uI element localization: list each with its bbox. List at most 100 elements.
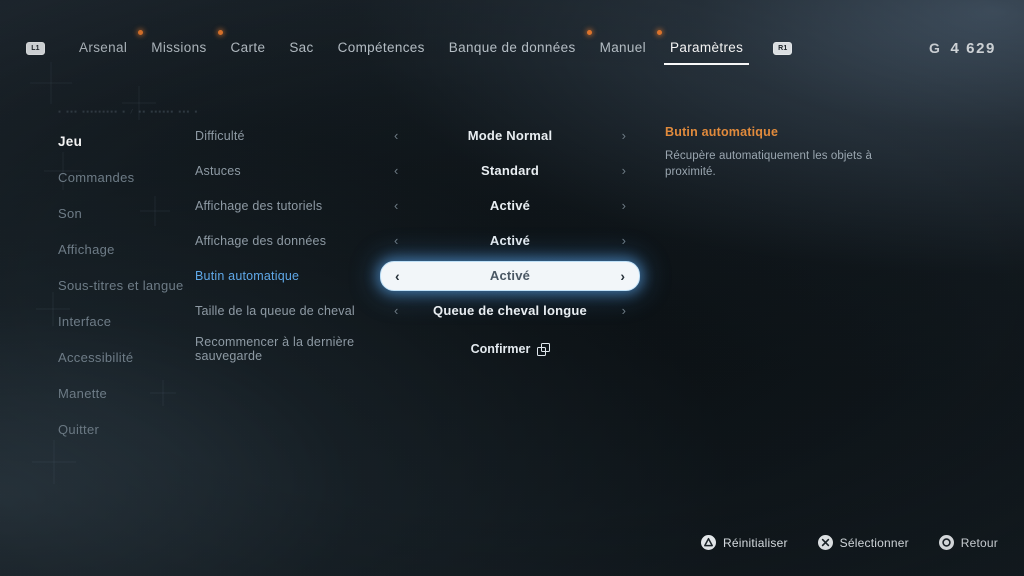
setting-value: Activé xyxy=(489,198,531,213)
circle-button-icon xyxy=(938,535,954,550)
nav-item-label: Banque de données xyxy=(448,40,576,55)
nav-item-manuel[interactable]: Manuel xyxy=(588,30,662,63)
nav-item-label: Arsenal xyxy=(79,40,128,55)
background-crosshair-icon xyxy=(30,62,72,104)
nav-item-parametres[interactable]: Paramètres xyxy=(658,33,755,65)
setting-stepper[interactable]: ‹ Activé › xyxy=(380,227,640,255)
prompt-label: Retour xyxy=(960,535,998,550)
description-body: Récupère automatiquement les objets à pr… xyxy=(665,150,872,178)
setting-value: Activé xyxy=(489,233,531,248)
setting-row-affichage-des-tutoriels[interactable]: Affichage des tutoriels ‹ Activé › xyxy=(195,188,640,223)
setting-label: Difficulté xyxy=(195,128,245,143)
settings-option-list: Difficulté ‹ Mode Normal › Astuces ‹ Sta… xyxy=(195,118,640,370)
setting-row-butin-automatique[interactable]: Butin automatique ‹ Activé › xyxy=(195,258,640,293)
chevron-left-icon[interactable]: ‹ xyxy=(394,199,398,212)
chevron-right-icon[interactable]: › xyxy=(622,199,626,212)
settings-category-sidebar: ▪ ▪▪▪ ▪▪▪▪▪▪▪▪▪ ▪ / ▪▪ ▪▪▪▪▪▪ ▪▪▪ ▪ Jeu … xyxy=(0,109,199,447)
prompt-label: Sélectionner xyxy=(839,535,909,550)
prompt-reinitialiser[interactable]: Réinitialiser xyxy=(701,535,788,550)
sidebar-item-accessibilite[interactable]: Accessibilité xyxy=(0,339,195,375)
setting-row-astuces[interactable]: Astuces ‹ Standard › xyxy=(195,153,640,188)
game-settings-screen: L1 Arsenal Missions Carte Sac Compétence… xyxy=(0,0,1024,576)
setting-stepper[interactable]: ‹ Queue de cheval longue › xyxy=(380,297,640,325)
nav-item-label: Manuel xyxy=(599,40,646,55)
nav-item-banque-de-donnees[interactable]: Banque de données xyxy=(437,30,592,63)
nav-item-label: Missions xyxy=(151,40,207,55)
sidebar-item-jeu[interactable]: Jeu xyxy=(0,123,195,159)
chevron-right-icon[interactable]: › xyxy=(622,129,626,142)
currency-amount: 4 629 xyxy=(950,39,996,57)
nav-item-competences[interactable]: Compétences xyxy=(326,33,437,63)
sidebar-item-label: Commandes xyxy=(58,169,135,185)
sidebar-item-sous-titres-et-langue[interactable]: Sous-titres et langue xyxy=(0,267,195,303)
setting-value: Mode Normal xyxy=(467,128,553,143)
prompt-retour[interactable]: Retour xyxy=(938,535,998,550)
nav-item-list: Arsenal Missions Carte Sac Compétences B… xyxy=(67,30,755,65)
description-title: Butin automatique xyxy=(665,125,779,139)
sidebar-item-label: Sous-titres et langue xyxy=(58,277,184,293)
confirm-button-label: Confirmer xyxy=(470,342,531,356)
setting-stepper-selected[interactable]: ‹ Activé › xyxy=(380,260,640,291)
setting-label: Taille de la queue de cheval xyxy=(195,303,355,318)
sidebar-item-manette[interactable]: Manette xyxy=(0,375,195,411)
sidebar-item-label: Jeu xyxy=(58,133,83,149)
chevron-left-icon[interactable]: ‹ xyxy=(394,164,398,177)
setting-description-panel: Butin automatique Récupère automatiqueme… xyxy=(665,125,915,180)
currency-display: G 4 629 xyxy=(929,30,996,66)
triangle-button-icon xyxy=(701,535,717,550)
sidebar-item-interface[interactable]: Interface xyxy=(0,303,195,339)
button-prompt-bar: Réinitialiser Sélectionner Retour xyxy=(701,535,998,550)
confirm-button[interactable]: Confirmer xyxy=(380,342,640,356)
sidebar-item-label: Son xyxy=(58,205,83,221)
currency-symbol: G xyxy=(928,40,942,56)
nav-item-label: Carte xyxy=(230,40,266,55)
sidebar-decorative-code: ▪ ▪▪▪ ▪▪▪▪▪▪▪▪▪ ▪ / ▪▪ ▪▪▪▪▪▪ ▪▪▪ ▪ xyxy=(58,109,199,115)
chevron-left-icon[interactable]: ‹ xyxy=(394,129,398,142)
nav-item-label: Paramètres xyxy=(669,40,744,55)
top-navigation-bar: L1 Arsenal Missions Carte Sac Compétence… xyxy=(0,30,1024,66)
chevron-right-icon[interactable]: › xyxy=(620,269,625,283)
chevron-right-icon[interactable]: › xyxy=(622,304,626,317)
setting-stepper[interactable]: ‹ Activé › xyxy=(380,192,640,220)
setting-label: Recommencer à la dernière sauvegarde xyxy=(195,335,355,363)
restore-icon xyxy=(537,343,551,356)
setting-label: Affichage des données xyxy=(195,233,327,248)
nav-item-arsenal[interactable]: Arsenal xyxy=(67,30,144,63)
chevron-right-icon[interactable]: › xyxy=(622,164,626,177)
sidebar-item-label: Accessibilité xyxy=(58,349,134,365)
nav-item-sac[interactable]: Sac xyxy=(277,33,325,63)
setting-value: Standard xyxy=(481,163,539,178)
active-tab-underline xyxy=(663,63,750,65)
setting-stepper[interactable]: ‹ Standard › xyxy=(380,157,640,185)
r1-bumper-badge[interactable]: R1 xyxy=(773,41,793,55)
setting-row-recommencer-derniere-sauvegarde[interactable]: Recommencer à la dernière sauvegarde Con… xyxy=(195,328,640,370)
setting-row-affichage-des-donnees[interactable]: Affichage des données ‹ Activé › xyxy=(195,223,640,258)
chevron-left-icon[interactable]: ‹ xyxy=(394,234,398,247)
chevron-left-icon[interactable]: ‹ xyxy=(395,269,400,283)
sidebar-item-affichage[interactable]: Affichage xyxy=(0,231,195,267)
nav-item-label: Sac xyxy=(289,40,314,55)
setting-stepper[interactable]: ‹ Mode Normal › xyxy=(380,122,640,150)
prompt-selectionner[interactable]: Sélectionner xyxy=(817,535,909,550)
chevron-right-icon[interactable]: › xyxy=(622,234,626,247)
chevron-left-icon[interactable]: ‹ xyxy=(394,304,398,317)
sidebar-item-label: Manette xyxy=(58,385,108,401)
sidebar-item-label: Quitter xyxy=(58,421,100,437)
l1-bumper-badge[interactable]: L1 xyxy=(26,41,45,55)
nav-item-missions[interactable]: Missions xyxy=(139,30,223,63)
setting-value: Queue de cheval longue xyxy=(433,303,587,318)
setting-row-difficulte[interactable]: Difficulté ‹ Mode Normal › xyxy=(195,118,640,153)
setting-label: Astuces xyxy=(195,163,241,178)
nav-item-label: Compétences xyxy=(337,40,425,55)
setting-label: Affichage des tutoriels xyxy=(195,198,323,213)
sidebar-item-label: Affichage xyxy=(58,241,115,257)
sidebar-item-son[interactable]: Son xyxy=(0,195,195,231)
sidebar-item-commandes[interactable]: Commandes xyxy=(0,159,195,195)
sidebar-item-label: Interface xyxy=(58,313,112,329)
prompt-label: Réinitialiser xyxy=(723,535,788,550)
nav-item-carte[interactable]: Carte xyxy=(219,33,278,63)
sidebar-item-quitter[interactable]: Quitter xyxy=(0,411,195,447)
setting-label: Butin automatique xyxy=(195,268,300,283)
setting-row-taille-de-la-queue-de-cheval[interactable]: Taille de la queue de cheval ‹ Queue de … xyxy=(195,293,640,328)
setting-value: Activé xyxy=(489,268,531,283)
